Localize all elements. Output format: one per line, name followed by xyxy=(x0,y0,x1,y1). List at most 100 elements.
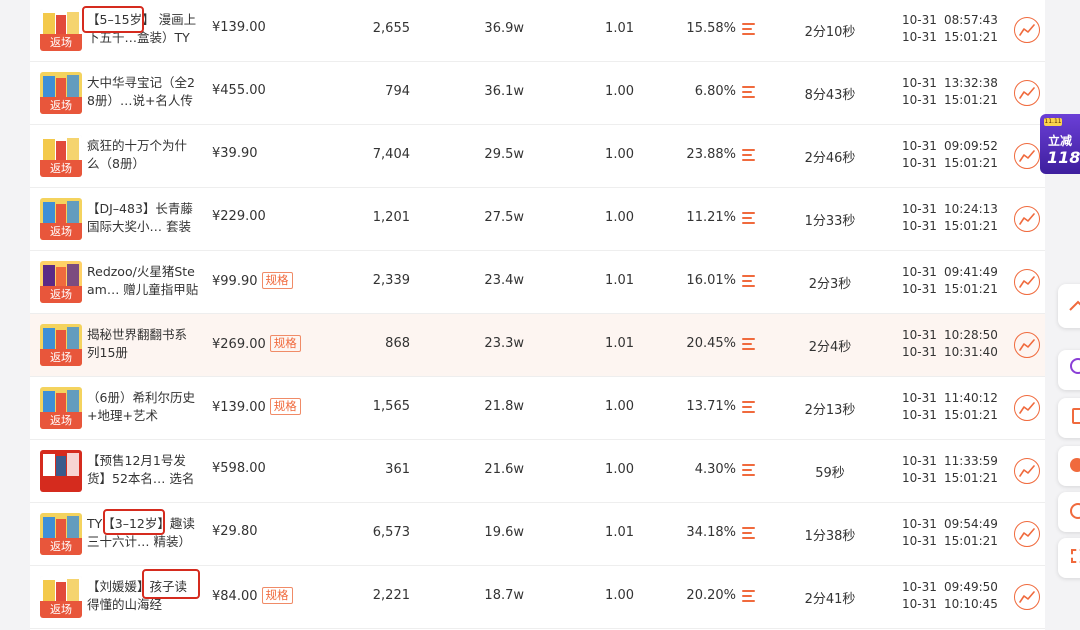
ranking-icon[interactable] xyxy=(742,464,756,478)
table-row[interactable]: 返场 【5–15岁】 漫画上下五千…盒装）TY ¥139.00 2,655 36… xyxy=(30,0,1045,62)
ranking-icon[interactable] xyxy=(742,275,756,289)
product-price: ¥39.90 xyxy=(212,146,258,161)
price-value: ¥99.90 xyxy=(212,274,258,289)
return-tag: 返场 xyxy=(40,223,82,240)
ranking-icon[interactable] xyxy=(742,401,756,415)
time-range: 10-31 09:54:49 10-31 15:01:21 xyxy=(902,516,998,550)
time-range: 10-31 10:28:50 10-31 10:31:40 xyxy=(902,327,998,361)
product-thumbnail[interactable]: 返场 xyxy=(40,576,82,618)
promo-banner[interactable]: 11.11 立减 118 xyxy=(1040,114,1080,174)
table-row[interactable]: 返场 Redzoo/火星猪Steam… 赠儿童指甲贴 ¥99.90 规格 2,33… xyxy=(30,251,1045,314)
product-title[interactable]: 【5–15岁】 漫画上下五千…盒装）TY xyxy=(87,11,199,49)
product-thumbnail[interactable]: 返场 xyxy=(40,324,82,366)
conversion-rate: 13.71% xyxy=(686,399,736,414)
ranking-icon[interactable] xyxy=(742,86,756,100)
explain-duration: 2分41秒 xyxy=(804,592,856,607)
product-title[interactable]: 大中华寻宝记（全28册）…说+名人传 xyxy=(87,74,199,112)
side-chart-button[interactable] xyxy=(1058,446,1080,486)
trend-button[interactable] xyxy=(1014,80,1040,106)
spec-button[interactable]: 规格 xyxy=(269,398,301,415)
sales-count: 6,573 xyxy=(372,525,410,540)
ratio-value: 1.00 xyxy=(605,399,634,414)
product-title[interactable]: TY【3–12岁】趣读三十六计… 精装） xyxy=(87,515,199,553)
promo-line1: 立减 xyxy=(1048,134,1073,148)
trend-icon xyxy=(1019,87,1035,99)
product-thumbnail[interactable]: 返场 xyxy=(40,387,82,429)
back-to-top-button[interactable] xyxy=(1058,284,1080,328)
product-title[interactable]: （6册）希利尔历史+地理+艺术 xyxy=(87,389,199,427)
table-row[interactable]: 返场 【刘媛媛】孩子读得懂的山海经 ¥84.00 规格 2,221 18.7w 1… xyxy=(30,566,1045,629)
return-tag: 返场 xyxy=(40,601,82,618)
sales-count: 2,655 xyxy=(372,21,410,36)
trend-button[interactable] xyxy=(1014,206,1040,232)
trend-button[interactable] xyxy=(1014,521,1040,547)
product-title[interactable]: 【刘媛媛】孩子读得懂的山海经 xyxy=(87,578,199,616)
table-row[interactable]: 返场 （6册）希利尔历史+地理+艺术 ¥139.00 规格 1,565 21.8w… xyxy=(30,377,1045,440)
start-time: 11:40:12 xyxy=(944,391,998,405)
explain-duration: 2分13秒 xyxy=(804,403,856,418)
product-thumbnail[interactable]: 返场 xyxy=(40,135,82,177)
trend-button[interactable] xyxy=(1014,584,1040,610)
ranking-icon[interactable] xyxy=(742,23,756,37)
table-row[interactable]: 返场 揭秘世界翻翻书系列15册 ¥269.00 规格 868 23.3w 1.01… xyxy=(30,314,1045,377)
product-thumbnail[interactable]: 返场 xyxy=(40,198,82,240)
side-avatar-button[interactable] xyxy=(1058,350,1080,390)
conversion-rate: 34.18% xyxy=(686,525,736,540)
trend-button[interactable] xyxy=(1014,143,1040,169)
product-thumbnail[interactable] xyxy=(40,450,82,492)
conversion-rate: 15.58% xyxy=(686,21,736,36)
table-row[interactable]: 返场 TY【3–12岁】趣读三十六计… 精装） ¥29.80 6,573 19.… xyxy=(30,503,1045,566)
product-title[interactable]: Redzoo/火星猪Steam… 赠儿童指甲贴 xyxy=(87,263,199,301)
chevron-up-icon xyxy=(1069,300,1080,311)
table-row[interactable]: 返场 大中华寻宝记（全28册）…说+名人传 ¥455.00 794 36.1w … xyxy=(30,62,1045,125)
ranking-icon[interactable] xyxy=(742,149,756,163)
table-row[interactable]: 【预售12月1号发货】52本名… 选名著 ¥598.00 361 21.6w 1… xyxy=(30,440,1045,503)
spec-button[interactable]: 规格 xyxy=(269,335,301,352)
table-row[interactable]: 返场 【DJ–483】长青藤国际大奖小… 套装 ¥229.00 1,201 27… xyxy=(30,188,1045,251)
product-thumbnail[interactable]: 返场 xyxy=(40,9,82,51)
end-date: 10-31 xyxy=(902,282,937,296)
view-count: 19.6w xyxy=(484,525,524,540)
end-time: 15:01:21 xyxy=(944,219,998,233)
ranking-icon[interactable] xyxy=(742,212,756,226)
product-price: ¥29.80 xyxy=(212,524,258,539)
ranking-icon[interactable] xyxy=(742,338,756,352)
view-count: 21.6w xyxy=(484,462,524,477)
promo-line2: 118 xyxy=(1047,148,1080,167)
product-title[interactable]: 【DJ–483】长青藤国际大奖小… 套装 xyxy=(87,200,199,238)
product-title[interactable]: 【预售12月1号发货】52本名… 选名著 xyxy=(87,452,199,490)
trend-button[interactable] xyxy=(1014,332,1040,358)
trend-button[interactable] xyxy=(1014,269,1040,295)
spec-button[interactable]: 规格 xyxy=(261,272,293,289)
end-date: 10-31 xyxy=(902,534,937,548)
trend-button[interactable] xyxy=(1014,17,1040,43)
product-title[interactable]: 疯狂的十万个为什么（8册） xyxy=(87,137,199,175)
ranking-icon[interactable] xyxy=(742,527,756,541)
end-time: 15:01:21 xyxy=(944,30,998,44)
spec-button[interactable]: 规格 xyxy=(261,587,293,604)
side-settings-button[interactable] xyxy=(1058,492,1080,532)
trend-button[interactable] xyxy=(1014,458,1040,484)
time-range: 10-31 09:41:49 10-31 15:01:21 xyxy=(902,264,998,298)
trend-button[interactable] xyxy=(1014,395,1040,421)
table-row[interactable]: 返场 疯狂的十万个为什么（8册） ¥39.90 7,404 29.5w 1.00… xyxy=(30,125,1045,188)
product-title[interactable]: 揭秘世界翻翻书系列15册 xyxy=(87,326,199,364)
book-box-icon xyxy=(40,450,82,492)
end-date: 10-31 xyxy=(902,471,937,485)
end-date: 10-31 xyxy=(902,345,937,359)
sales-count: 2,339 xyxy=(372,273,410,288)
return-tag: 返场 xyxy=(40,97,82,114)
time-range: 10-31 08:57:43 10-31 15:01:21 xyxy=(902,12,998,46)
ranking-icon[interactable] xyxy=(742,590,756,604)
end-time: 15:01:21 xyxy=(944,471,998,485)
price-value: ¥269.00 xyxy=(212,337,266,352)
product-price: ¥139.00 规格 xyxy=(212,398,301,415)
product-thumbnail[interactable]: 返场 xyxy=(40,513,82,555)
side-grid-button[interactable] xyxy=(1058,538,1080,578)
product-thumbnail[interactable]: 返场 xyxy=(40,261,82,303)
end-time: 15:01:21 xyxy=(944,93,998,107)
conversion-rate: 4.30% xyxy=(694,462,736,477)
side-doc-button[interactable] xyxy=(1058,398,1080,438)
product-thumbnail[interactable]: 返场 xyxy=(40,72,82,114)
price-value: ¥139.00 xyxy=(212,20,266,35)
